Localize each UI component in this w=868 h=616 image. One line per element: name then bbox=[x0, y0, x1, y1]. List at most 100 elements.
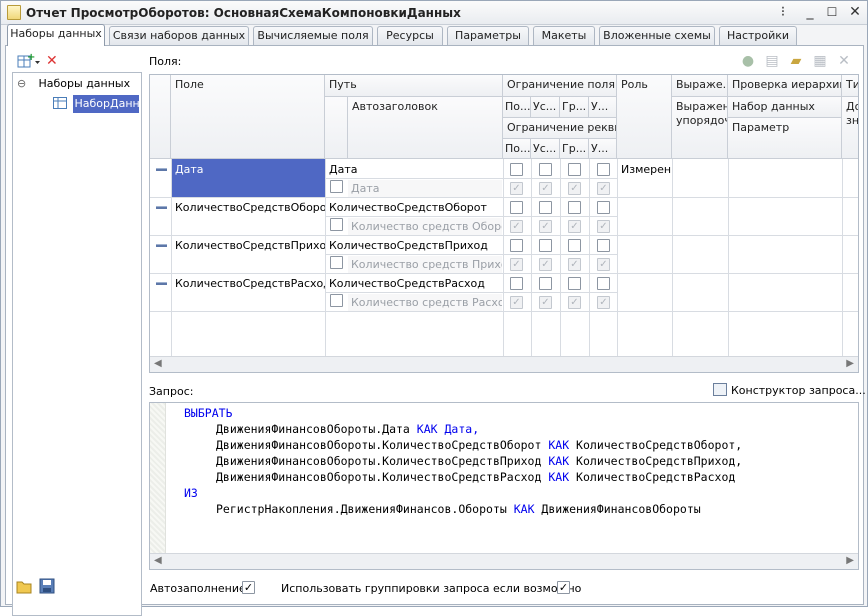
limit-checkbox[interactable] bbox=[597, 277, 610, 290]
limit-checkbox[interactable] bbox=[568, 239, 581, 252]
header-parameter[interactable]: Параметр bbox=[728, 118, 842, 159]
header-field[interactable]: Поле bbox=[171, 75, 325, 159]
path-cell[interactable]: КоличествоСредствПриход bbox=[326, 237, 502, 255]
tab-calculated-fields[interactable]: Вычисляемые поля bbox=[253, 26, 373, 45]
scroll-right-icon[interactable]: ▶ bbox=[846, 358, 854, 369]
header-req-2[interactable]: Ус... bbox=[531, 139, 560, 159]
limit-checkbox[interactable] bbox=[539, 277, 552, 290]
scroll-left-icon[interactable]: ◀ bbox=[154, 555, 162, 566]
limit-checkbox[interactable] bbox=[597, 201, 610, 214]
header-req-limit[interactable]: Ограничение рекви bbox=[503, 118, 617, 139]
path-cell[interactable]: КоличествоСредствРасход bbox=[326, 275, 502, 293]
new-folder-icon[interactable]: ▰ bbox=[788, 53, 804, 69]
path-cell[interactable]: КоличествоСредствОборот bbox=[326, 199, 502, 217]
header-hierarchy[interactable]: Проверка иерархии: bbox=[728, 75, 842, 97]
autofill-label: Автозаполнение bbox=[150, 582, 246, 595]
header-autotitle[interactable]: Автозаголовок bbox=[348, 97, 503, 159]
title-cell[interactable]: Количество средств Оборот bbox=[348, 218, 502, 236]
autofill-checkbox[interactable]: ✓ bbox=[242, 581, 255, 594]
header-limit-1[interactable]: По... bbox=[503, 97, 531, 118]
scroll-right-icon[interactable]: ▶ bbox=[846, 555, 854, 566]
editor-gutter bbox=[150, 403, 166, 555]
scroll-left-icon[interactable]: ◀ bbox=[154, 358, 162, 369]
header-type[interactable]: Ти... bbox=[842, 75, 858, 97]
header-extra[interactable]: До зн... bbox=[842, 97, 858, 159]
req-checkbox: ✓ bbox=[568, 258, 581, 271]
more-icon[interactable]: ⁝ bbox=[774, 4, 792, 21]
tree-root-label: Наборы данных bbox=[38, 77, 131, 90]
limit-checkbox[interactable] bbox=[568, 277, 581, 290]
req-checkbox: ✓ bbox=[510, 220, 523, 233]
limit-checkbox[interactable] bbox=[510, 163, 523, 176]
collapse-icon[interactable]: ⊖ bbox=[17, 75, 29, 93]
tab-resources[interactable]: Ресурсы bbox=[377, 26, 443, 45]
query-constructor-link[interactable]: Конструктор запроса... bbox=[713, 383, 866, 397]
autotitle-checkbox[interactable] bbox=[330, 218, 343, 231]
limit-checkbox[interactable] bbox=[597, 163, 610, 176]
header-expression-order[interactable]: Выражен упорядоч bbox=[672, 97, 728, 159]
header-limit-3[interactable]: Гр... bbox=[560, 97, 589, 118]
header-req-1[interactable]: По... bbox=[503, 139, 531, 159]
header-req-4[interactable]: У... bbox=[589, 139, 617, 159]
header-req-3[interactable]: Гр... bbox=[560, 139, 589, 159]
grouping-checkbox[interactable]: ✓ bbox=[557, 581, 570, 594]
autotitle-checkbox[interactable] bbox=[330, 256, 343, 269]
limit-checkbox[interactable] bbox=[539, 163, 552, 176]
title-cell[interactable]: Количество средств Расход bbox=[348, 294, 502, 312]
tab-nested-schemas[interactable]: Вложенные схемы bbox=[599, 26, 715, 45]
tree-item-dataset1[interactable]: НаборДанных1 bbox=[53, 95, 139, 113]
add-field-icon[interactable]: ● bbox=[740, 53, 756, 69]
delete-field-icon[interactable]: ✕ bbox=[836, 53, 852, 69]
autotitle-checkbox[interactable] bbox=[330, 180, 343, 193]
field-cell[interactable]: КоличествоСредствПриход bbox=[172, 237, 325, 255]
header-limit-2[interactable]: Ус... bbox=[531, 97, 560, 118]
header-path[interactable]: Путь bbox=[325, 75, 503, 97]
editor-scrollbar[interactable]: ◀ ▶ bbox=[150, 553, 858, 569]
req-checkbox: ✓ bbox=[597, 220, 610, 233]
header-role[interactable]: Роль bbox=[617, 75, 672, 159]
maximize-button[interactable]: ☐ bbox=[823, 4, 841, 21]
query-line: ДвиженияФинансовОбороты.КоличествоСредст… bbox=[216, 470, 736, 484]
limit-checkbox[interactable] bbox=[539, 201, 552, 214]
path-cell[interactable]: Дата bbox=[326, 161, 502, 179]
tab-dataset-links[interactable]: Связи наборов данных bbox=[109, 26, 249, 45]
limit-checkbox[interactable] bbox=[539, 239, 552, 252]
header-field-limit[interactable]: Ограничение поля bbox=[503, 75, 617, 97]
query-line: ВЫБРАТЬ bbox=[184, 406, 233, 420]
field-cell[interactable]: КоличествоСредствОборот bbox=[172, 199, 325, 217]
limit-checkbox[interactable] bbox=[568, 163, 581, 176]
limit-checkbox[interactable] bbox=[568, 201, 581, 214]
limit-checkbox[interactable] bbox=[510, 201, 523, 214]
req-checkbox: ✓ bbox=[568, 182, 581, 195]
save-icon[interactable] bbox=[39, 578, 55, 594]
role-cell[interactable]: Измерен bbox=[618, 161, 672, 179]
field-cell[interactable]: Дата bbox=[172, 159, 325, 197]
add-dataset-button[interactable]: + bbox=[16, 52, 42, 70]
title-cell[interactable]: Количество средств Приход bbox=[348, 256, 502, 274]
delete-dataset-button[interactable]: ✕ bbox=[46, 52, 62, 70]
tree-root[interactable]: ⊖ Наборы данных bbox=[17, 75, 130, 93]
query-editor[interactable]: ВЫБРАТЬ ДвиженияФинансовОбороты.Дата КАК… bbox=[149, 402, 859, 570]
open-folder-icon[interactable] bbox=[16, 578, 32, 594]
minimize-button[interactable]: _ bbox=[801, 4, 819, 21]
tab-datasets[interactable]: Наборы данных bbox=[7, 24, 105, 46]
tab-settings[interactable]: Настройки bbox=[719, 26, 797, 45]
header-limit-4[interactable]: У... bbox=[589, 97, 617, 118]
move-icon[interactable]: ▦ bbox=[812, 53, 828, 69]
header-expression[interactable]: Выраже... bbox=[672, 75, 728, 97]
tab-layouts[interactable]: Макеты bbox=[533, 26, 595, 45]
query-line: РегистрНакопления.ДвиженияФинансов.Оборо… bbox=[216, 502, 701, 516]
fields-grid[interactable]: Поле Путь Автозаголовок Ограничение поля… bbox=[149, 74, 859, 373]
autotitle-checkbox[interactable] bbox=[330, 294, 343, 307]
close-button[interactable]: ✕ bbox=[846, 4, 864, 21]
tab-parameters[interactable]: Параметры bbox=[447, 26, 529, 45]
title-cell[interactable]: Дата bbox=[348, 180, 502, 198]
limit-checkbox[interactable] bbox=[510, 277, 523, 290]
dataset-tree: ⊖ Наборы данных НаборДанных1 bbox=[12, 72, 142, 616]
field-cell[interactable]: КоличествоСредствРасход bbox=[172, 275, 325, 293]
limit-checkbox[interactable] bbox=[510, 239, 523, 252]
header-dataset[interactable]: Набор данных bbox=[728, 97, 842, 118]
limit-checkbox[interactable] bbox=[597, 239, 610, 252]
horizontal-scrollbar[interactable]: ◀ ▶ bbox=[150, 356, 858, 372]
add-folder-icon[interactable]: ▤ bbox=[764, 53, 780, 69]
